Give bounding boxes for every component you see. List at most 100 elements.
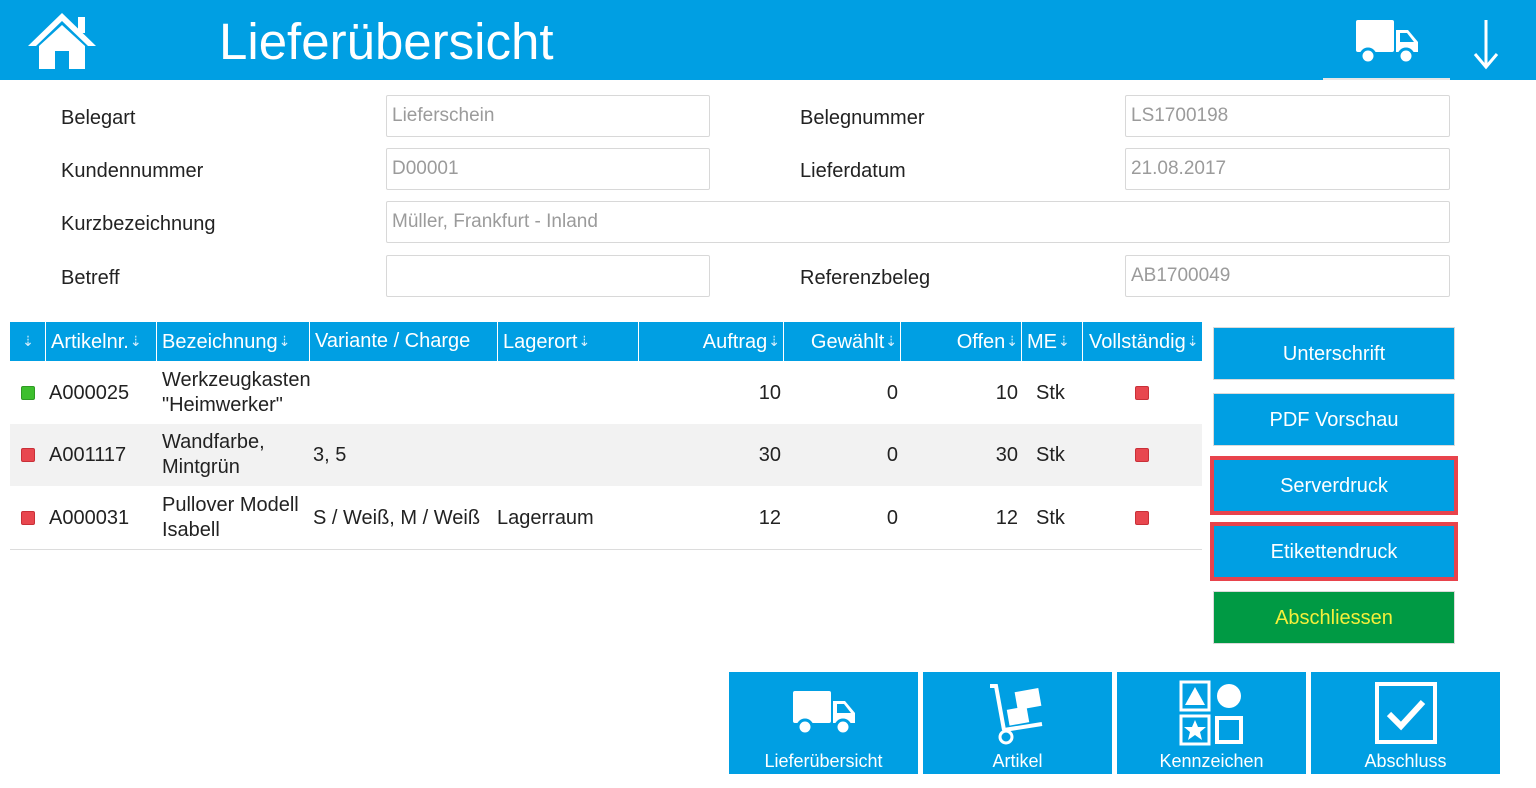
nav-icon-wrap [923,680,1112,746]
home-icon [28,13,96,69]
table-row[interactable]: A000025 Werkzeugkasten "Heimwerker" 10 0… [10,362,1202,424]
cell-offen: 30 [995,443,1018,466]
cell-artikelnr: A000031 [49,506,130,529]
column-header-gewaehlt[interactable]: Gewählt⇣ [784,322,901,361]
cell-variante: S / Weiß, M / Weiß [313,506,481,529]
lieferdatum-label: Lieferdatum [800,160,906,182]
abschliessen-button[interactable]: Abschliessen [1213,591,1455,644]
nav-artikel[interactable]: Artikel [923,672,1112,774]
row-status [21,424,35,486]
column-label: Vollständig [1089,331,1186,353]
etikettendruck-button[interactable]: Etikettendruck [1210,522,1458,581]
column-label: Bezeichnung [162,331,278,353]
cell-vollstaendig [1135,487,1149,549]
sort-icon: ⇣ [1058,333,1070,349]
sort-icon: ⇣ [1006,333,1018,349]
kurzbezeichnung-field[interactable] [386,201,1450,243]
cell-me: Stk [1036,381,1065,404]
bezeichnung-line: Isabell [162,519,220,541]
nav-kennzeichen[interactable]: Kennzeichen [1117,672,1306,774]
cell-gewaehlt: 0 [886,506,898,529]
belegart-field[interactable] [386,95,710,137]
cell-me: Stk [1036,443,1065,466]
hand-truck-icon [989,684,1042,745]
bezeichnung-line: Werkzeugkasten [162,369,311,391]
table-row[interactable]: A001117 Wandfarbe, Mintgrün 3, 5 30 0 30… [10,424,1202,486]
cell-gewaehlt: 0 [886,381,898,404]
checkbox-icon [1374,682,1437,744]
referenzbeleg-field[interactable] [1125,255,1450,297]
nav-label: Artikel [992,751,1043,771]
bezeichnung-line: "Heimwerker" [162,394,283,416]
cell-vollstaendig [1135,362,1149,424]
status-indicator-green [21,386,35,400]
serverdruck-button[interactable]: Serverdruck [1210,456,1458,515]
home-button[interactable] [26,10,98,72]
column-label: Auftrag [702,331,768,353]
unterschrift-button[interactable]: Unterschrift [1213,327,1455,380]
column-label: Lagerort [503,331,578,353]
table-header: ⇣ Artikelnr.⇣ Bezeichnung⇣ Variante / Ch… [10,322,1202,361]
nav-icon-wrap [729,680,918,746]
nav-label: Abschluss [1364,751,1447,771]
cell-artikelnr: A000025 [49,381,130,404]
nav-label: Lieferübersicht [764,751,883,771]
column-header-bezeichnung[interactable]: Bezeichnung⇣ [157,322,310,361]
column-label: Artikelnr. [51,331,129,353]
bezeichnung-line: Mintgrün [162,456,240,478]
table-bottom-border [10,549,1202,550]
cell-bezeichnung: Pullover Modell Isabell [162,487,299,549]
bezeichnung-line: Wandfarbe, [162,431,265,453]
table-row[interactable]: A000031 Pullover Modell Isabell S / Weiß… [10,487,1202,549]
status-indicator-red [1135,386,1149,400]
arrow-down-icon [1473,20,1499,70]
cell-me: Stk [1036,506,1065,529]
cell-gewaehlt: 0 [886,443,898,466]
status-indicator-red [1135,511,1149,525]
cell-auftrag: 30 [758,443,781,466]
column-header-lagerort[interactable]: Lagerort⇣ [498,322,639,361]
column-label: ME [1027,331,1057,353]
row-status [21,487,35,549]
column-header-me[interactable]: ME⇣ [1022,322,1083,361]
betreff-field[interactable] [386,255,710,297]
cell-offen: 10 [995,381,1018,404]
column-header-variante[interactable]: Variante / Charge [310,322,498,361]
cell-auftrag: 12 [758,506,781,529]
pdf-vorschau-button[interactable]: PDF Vorschau [1213,393,1455,446]
cell-variante: 3, 5 [313,443,347,466]
truck-icon [792,691,855,736]
column-header-vollstaendig[interactable]: Vollständig⇣ [1083,322,1202,361]
column-label: Offen [956,331,1006,353]
sort-icon: ⇣ [22,333,34,349]
cell-bezeichnung: Wandfarbe, Mintgrün [162,424,265,486]
header-bar: Lieferübersicht [0,0,1536,80]
page-title: Lieferübersicht [219,13,554,70]
column-header-artikelnr[interactable]: Artikelnr.⇣ [46,322,157,361]
cell-offen: 12 [995,506,1018,529]
nav-abschluss[interactable]: Abschluss [1311,672,1500,774]
nav-label: Kennzeichen [1159,751,1264,771]
status-indicator-red [21,448,35,462]
column-header-auftrag[interactable]: Auftrag⇣ [639,322,784,361]
betreff-label: Betreff [61,267,120,289]
nav-lieferuebersicht[interactable]: Lieferübersicht [729,672,918,774]
column-header-status[interactable]: ⇣ [10,322,46,361]
status-indicator-red [21,511,35,525]
belegnummer-field[interactable] [1125,95,1450,137]
belegnummer-label: Belegnummer [800,107,925,129]
cell-lagerort: Lagerraum [497,506,594,529]
download-button[interactable] [1468,16,1504,72]
kundennummer-field[interactable] [386,148,710,190]
column-header-offen[interactable]: Offen⇣ [901,322,1022,361]
sort-icon: ⇣ [1186,333,1199,349]
delivery-button[interactable] [1354,18,1420,66]
column-label: Gewählt [810,331,885,353]
truck-icon [1356,20,1418,65]
status-indicator-red [1135,448,1149,462]
sort-icon: ⇣ [129,333,142,349]
belegart-label: Belegart [61,107,136,129]
kurzbezeichnung-label: Kurzbezeichnung [61,213,216,235]
shapes-icon [1179,680,1243,746]
lieferdatum-field[interactable] [1125,148,1450,190]
